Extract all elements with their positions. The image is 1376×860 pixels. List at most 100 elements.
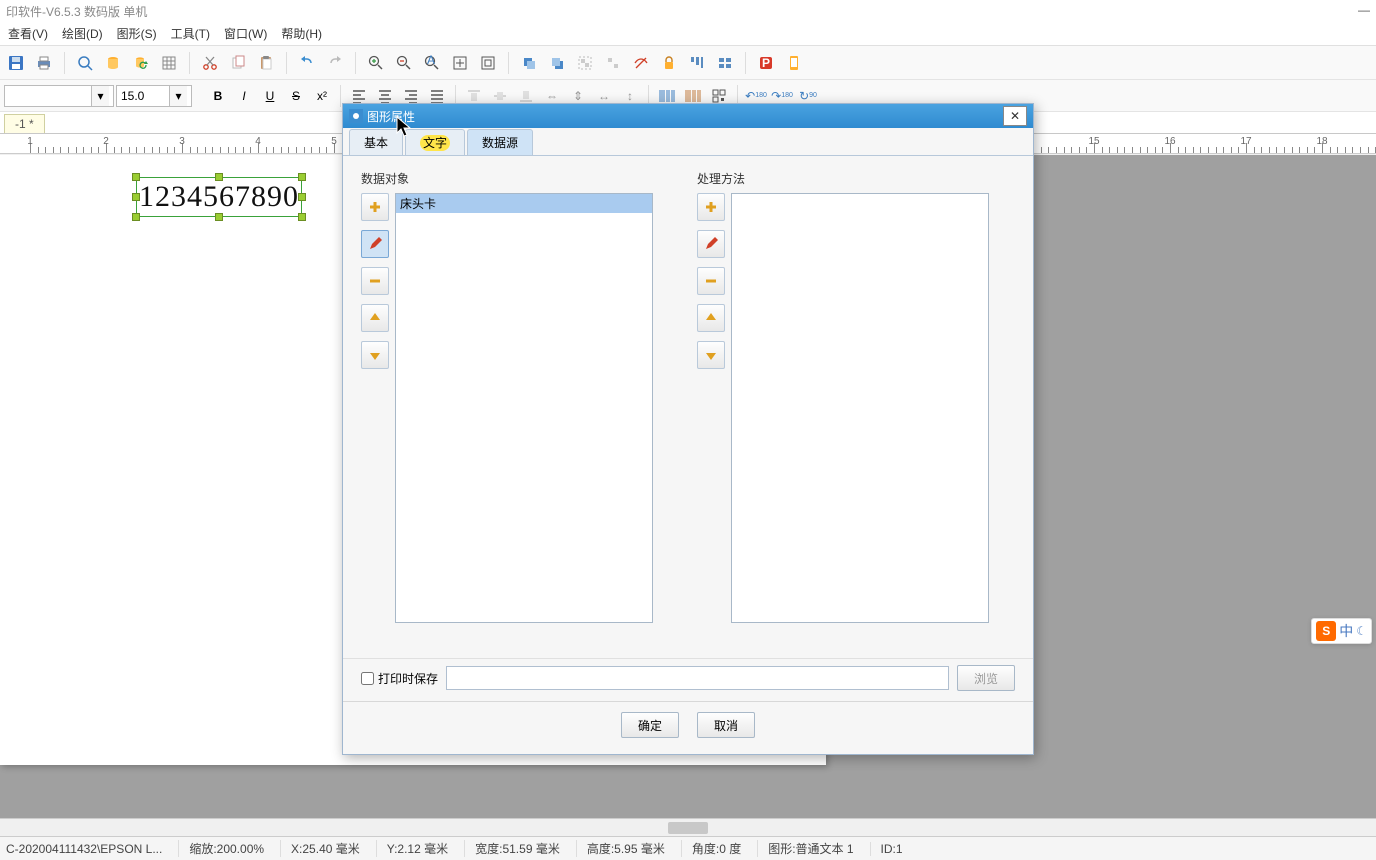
underline-button[interactable]: U xyxy=(258,84,282,108)
menu-help[interactable]: 帮助(H) xyxy=(281,25,322,42)
add-button[interactable] xyxy=(697,193,725,221)
browse-button[interactable]: 浏览 xyxy=(957,665,1015,691)
edit-button[interactable] xyxy=(697,230,725,258)
undo-icon[interactable] xyxy=(295,51,319,75)
menu-draw[interactable]: 绘图(D) xyxy=(62,25,103,42)
font-size-input[interactable] xyxy=(117,86,169,106)
minimize-icon[interactable]: — xyxy=(1358,3,1370,19)
strike-button[interactable]: S xyxy=(284,84,308,108)
dialog-title: 图形属性 xyxy=(367,108,415,125)
paste-icon[interactable] xyxy=(254,51,278,75)
menu-tools[interactable]: 工具(T) xyxy=(171,25,210,42)
cut-icon[interactable] xyxy=(198,51,222,75)
status-width: 宽度:51.59 毫米 xyxy=(464,840,560,857)
save-on-print-checkbox[interactable]: 打印时保存 xyxy=(361,670,438,687)
add-button[interactable] xyxy=(361,193,389,221)
grid-icon[interactable] xyxy=(157,51,181,75)
bold-button[interactable]: B xyxy=(206,84,230,108)
status-bar: C-202004111432\EPSON L... 缩放:200.00% X:2… xyxy=(0,836,1376,860)
dialog-titlebar[interactable]: 图形属性 ✕ xyxy=(343,104,1033,128)
save-on-print-input[interactable] xyxy=(361,672,374,685)
edit-button[interactable] xyxy=(361,230,389,258)
hide-icon[interactable] xyxy=(629,51,653,75)
lock-icon[interactable] xyxy=(657,51,681,75)
ok-button[interactable]: 确定 xyxy=(621,712,679,738)
dialog-icon xyxy=(349,109,363,123)
zoom-auto-icon[interactable]: A xyxy=(420,51,444,75)
move-down-button[interactable] xyxy=(697,341,725,369)
document-tab[interactable]: -1 * xyxy=(4,114,45,133)
window-titlebar: 印软件-V6.5.3 数码版 单机 — xyxy=(0,0,1376,22)
database-refresh-icon[interactable] xyxy=(129,51,153,75)
process-methods-list[interactable] xyxy=(731,193,989,623)
dialog-tabs: 基本 文字 数据源 xyxy=(343,128,1033,156)
resize-handle-w[interactable] xyxy=(132,193,140,201)
close-button[interactable]: ✕ xyxy=(1003,106,1027,126)
resize-handle-sw[interactable] xyxy=(132,213,140,221)
menu-bar: 查看(V) 绘图(D) 图形(S) 工具(T) 窗口(W) 帮助(H) xyxy=(0,22,1376,46)
scrollbar-thumb[interactable] xyxy=(668,822,708,834)
move-up-button[interactable] xyxy=(361,304,389,332)
cancel-button[interactable]: 取消 xyxy=(697,712,755,738)
resize-handle-ne[interactable] xyxy=(298,173,306,181)
fit-screen-icon[interactable] xyxy=(448,51,472,75)
remove-button[interactable] xyxy=(697,267,725,295)
main-toolbar: A P xyxy=(0,46,1376,80)
font-family-combo[interactable]: ▾ xyxy=(4,85,114,107)
settings-icon[interactable] xyxy=(713,51,737,75)
resize-handle-s[interactable] xyxy=(215,213,223,221)
preview-icon[interactable] xyxy=(73,51,97,75)
horizontal-scrollbar[interactable] xyxy=(0,818,1376,836)
arrange-front-icon[interactable] xyxy=(517,51,541,75)
status-y: Y:2.12 毫米 xyxy=(376,840,448,857)
mobile-icon[interactable] xyxy=(782,51,806,75)
menu-view[interactable]: 查看(V) xyxy=(8,25,48,42)
status-angle: 角度:0 度 xyxy=(681,840,741,857)
arrange-back-icon[interactable] xyxy=(545,51,569,75)
tab-basic[interactable]: 基本 xyxy=(349,129,403,155)
menu-shape[interactable]: 图形(S) xyxy=(117,25,157,42)
tab-datasource[interactable]: 数据源 xyxy=(467,129,533,155)
save-icon[interactable] xyxy=(4,51,28,75)
ungroup-icon[interactable] xyxy=(601,51,625,75)
app-title: 印软件-V6.5.3 数码版 单机 xyxy=(6,3,147,19)
remove-button[interactable] xyxy=(361,267,389,295)
chevron-down-icon[interactable]: ▾ xyxy=(169,86,187,106)
status-shape: 图形:普通文本 1 xyxy=(757,840,853,857)
ime-indicator[interactable]: S 中 ☾ xyxy=(1311,618,1372,644)
font-family-input[interactable] xyxy=(5,86,91,106)
tab-text[interactable]: 文字 xyxy=(405,129,465,155)
status-x: X:25.40 毫米 xyxy=(280,840,360,857)
status-path: C-202004111432\EPSON L... xyxy=(6,842,162,856)
chevron-down-icon[interactable]: ▾ xyxy=(91,86,109,106)
move-up-button[interactable] xyxy=(697,304,725,332)
print-icon[interactable] xyxy=(32,51,56,75)
selected-text-object[interactable]: 1234567890 xyxy=(136,177,302,217)
italic-button[interactable]: I xyxy=(232,84,256,108)
database-icon[interactable] xyxy=(101,51,125,75)
copy-icon[interactable] xyxy=(226,51,250,75)
zoom-out-icon[interactable] xyxy=(392,51,416,75)
menu-window[interactable]: 窗口(W) xyxy=(224,25,267,42)
pdf-icon[interactable]: P xyxy=(754,51,778,75)
redo-icon[interactable] xyxy=(323,51,347,75)
resize-handle-e[interactable] xyxy=(298,193,306,201)
move-down-button[interactable] xyxy=(361,341,389,369)
group-icon[interactable] xyxy=(573,51,597,75)
resize-handle-n[interactable] xyxy=(215,173,223,181)
status-height: 高度:5.95 毫米 xyxy=(576,840,665,857)
superscript-icon[interactable]: x² xyxy=(310,84,334,108)
process-methods-label: 处理方法 xyxy=(697,170,1005,187)
data-objects-list[interactable]: 床头卡 xyxy=(395,193,653,623)
list-item[interactable]: 床头卡 xyxy=(396,194,652,213)
zoom-in-icon[interactable] xyxy=(364,51,388,75)
status-zoom: 缩放:200.00% xyxy=(178,840,264,857)
align-dist-icon[interactable] xyxy=(685,51,709,75)
resize-handle-nw[interactable] xyxy=(132,173,140,181)
data-objects-label: 数据对象 xyxy=(361,170,669,187)
save-path-input[interactable] xyxy=(446,666,949,690)
fit-width-icon[interactable] xyxy=(476,51,500,75)
font-size-combo[interactable]: ▾ xyxy=(116,85,192,107)
resize-handle-se[interactable] xyxy=(298,213,306,221)
svg-text:A: A xyxy=(427,55,435,67)
